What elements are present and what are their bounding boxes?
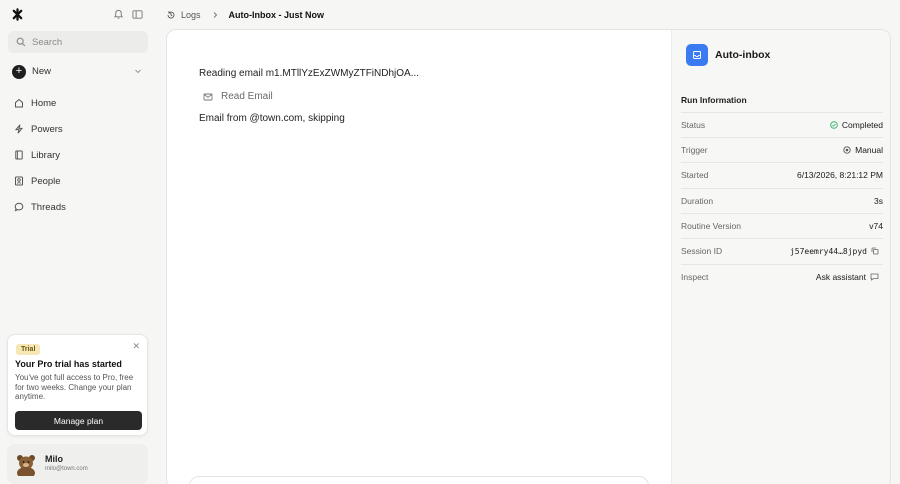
nav-item-home[interactable]: Home xyxy=(14,96,56,110)
close-icon[interactable]: ✕ xyxy=(132,341,140,352)
session-id-value: j57eemry44…8jpyd xyxy=(789,246,867,256)
message-composer[interactable] xyxy=(189,476,649,484)
info-row-duration: Duration 3s xyxy=(681,188,883,213)
info-key: Session ID xyxy=(681,246,723,256)
ask-assistant-label: Ask assistant xyxy=(815,272,866,282)
chevron-right-icon xyxy=(213,11,217,18)
chat-bubble-icon xyxy=(14,202,24,212)
info-key: Started xyxy=(681,170,709,180)
breadcrumb: Logs Auto-Inbox - Just Now xyxy=(166,9,324,20)
info-row-started: Started 6/13/2026, 8:21:12 PM xyxy=(681,162,883,187)
routine-header: Auto-inbox xyxy=(672,30,890,78)
main-panel: Reading email m1.MTllYzExZWMyZTFiNDhjOA.… xyxy=(166,29,891,484)
nav-item-threads[interactable]: Threads xyxy=(14,200,66,214)
app-logo-icon[interactable] xyxy=(11,8,24,21)
nav-item-people[interactable]: People xyxy=(14,174,61,188)
trial-title: Your Pro trial has started xyxy=(15,359,122,369)
duration-value: 3s xyxy=(874,196,883,206)
version-value: v74 xyxy=(869,221,883,231)
breadcrumb-logs[interactable]: Logs xyxy=(181,10,201,20)
chevron-down-icon[interactable] xyxy=(134,67,142,75)
nav-item-library[interactable]: Library xyxy=(14,148,60,162)
mail-icon xyxy=(203,93,213,100)
run-info-panel: Auto-inbox Run Information Status Comple… xyxy=(671,30,890,484)
inbox-icon xyxy=(693,51,701,59)
info-row-status: Status Completed xyxy=(681,112,883,137)
nav-label-powers: Powers xyxy=(31,123,63,135)
status-value: Completed xyxy=(841,120,883,130)
manage-plan-button[interactable]: Manage plan xyxy=(15,411,142,430)
sidebar: Search + New Home Powers Library People … xyxy=(0,0,156,484)
nav-label-home: Home xyxy=(31,97,57,109)
log-entry: Reading email m1.MTllYzExZWMyZTFiNDhjOA.… xyxy=(199,68,420,79)
avatar xyxy=(15,452,37,476)
info-key: Duration xyxy=(681,196,714,206)
routine-icon xyxy=(686,44,708,66)
search-input[interactable]: Search xyxy=(8,31,148,53)
trial-body: You've got full access to Pro, free for … xyxy=(15,373,134,401)
check-circle-icon xyxy=(830,121,838,129)
new-label: New xyxy=(32,66,52,77)
trigger-value: Manual xyxy=(855,145,883,155)
log-entry: Email from @town.com, skipping xyxy=(199,113,345,124)
info-row-session-id: Session ID j57eemry44…8jpyd xyxy=(681,238,883,263)
nav-label-library: Library xyxy=(31,149,61,161)
tool-call-label: Read Email xyxy=(221,91,273,102)
trial-badge: Trial xyxy=(16,344,41,355)
tool-call[interactable]: Read Email xyxy=(203,91,273,102)
info-key: Routine Version xyxy=(681,221,742,231)
info-key: Trigger xyxy=(681,145,708,155)
info-key: Inspect xyxy=(681,272,709,282)
info-row-inspect: Inspect Ask assistant xyxy=(681,264,883,289)
new-button[interactable]: + New xyxy=(12,64,144,79)
user-profile[interactable]: Milo milo@town.com xyxy=(7,444,148,484)
ask-assistant-button[interactable]: Ask assistant xyxy=(816,272,883,282)
info-key: Status xyxy=(681,120,706,130)
nav-label-people: People xyxy=(31,175,61,187)
nav-item-powers[interactable]: Powers xyxy=(14,122,63,136)
lightning-icon xyxy=(14,124,24,134)
nav-label-threads: Threads xyxy=(31,201,66,213)
plus-icon: + xyxy=(12,64,26,79)
bell-icon[interactable] xyxy=(113,9,124,20)
book-icon xyxy=(15,150,23,160)
history-icon xyxy=(167,10,175,18)
search-icon xyxy=(16,37,26,47)
contact-card-icon xyxy=(15,176,23,186)
copy-icon[interactable] xyxy=(871,247,879,255)
sidebar-toggle-icon[interactable] xyxy=(132,9,143,20)
info-row-routine-version: Routine Version v74 xyxy=(681,213,883,238)
user-name: Milo xyxy=(45,454,63,464)
trial-card: Trial ✕ Your Pro trial has started You'v… xyxy=(7,334,148,436)
message-icon xyxy=(870,273,879,281)
target-icon xyxy=(843,146,851,154)
user-email: milo@town.com xyxy=(45,466,88,472)
breadcrumb-current: Auto-Inbox - Just Now xyxy=(228,9,325,20)
search-placeholder: Search xyxy=(32,36,63,48)
home-icon xyxy=(15,98,23,108)
section-title: Run Information xyxy=(681,95,747,105)
info-row-trigger: Trigger Manual xyxy=(681,137,883,162)
started-value: 6/13/2026, 8:21:12 PM xyxy=(796,170,883,180)
routine-title: Auto-inbox xyxy=(715,49,771,61)
